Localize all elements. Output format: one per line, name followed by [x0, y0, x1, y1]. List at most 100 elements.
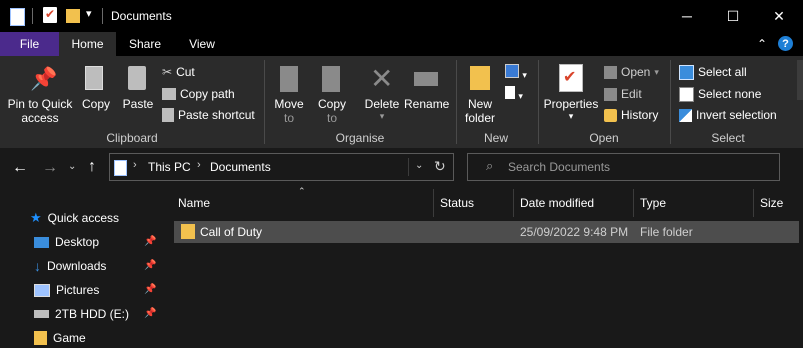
move-to-button[interactable]: Move to: [270, 64, 308, 126]
properties-dropdown-icon[interactable]: ▾: [543, 110, 599, 123]
new-item-button[interactable]: ▾: [505, 64, 529, 82]
ribbon-collapse-icon[interactable]: ⌃: [757, 37, 767, 51]
scissors-icon: ✂: [162, 65, 173, 79]
address-dropdown-icon[interactable]: ⌄: [415, 160, 423, 171]
invert-selection-button[interactable]: Invert selection: [679, 106, 777, 124]
tab-share[interactable]: Share: [116, 32, 174, 56]
copy-to-icon: [322, 66, 340, 92]
history-icon: [604, 108, 617, 122]
maximize-button[interactable]: ☐: [710, 0, 756, 32]
file-explorer-icon: [10, 8, 25, 26]
column-header-name[interactable]: Name: [178, 189, 433, 217]
pin-to-quick-access-button[interactable]: 📌 Pin to Quick access: [4, 64, 76, 126]
select-none-icon: [679, 86, 694, 102]
group-label-clipboard: Clipboard: [106, 131, 158, 145]
paste-button[interactable]: Paste: [120, 64, 156, 114]
column-header-size[interactable]: Size: [760, 189, 800, 217]
group-label-select: Select: [711, 131, 745, 145]
new-item-icon: [505, 64, 519, 78]
recent-locations-chevron-icon[interactable]: ⌄: [68, 161, 76, 172]
select-none-button[interactable]: Select none: [679, 85, 761, 103]
pin-icon[interactable]: 📌: [144, 260, 156, 271]
group-label-new: New: [483, 131, 508, 145]
help-icon[interactable]: ?: [778, 36, 793, 51]
window-title: Documents: [111, 9, 172, 23]
new-folder-icon: [470, 66, 490, 90]
column-header-status[interactable]: Status: [440, 189, 513, 217]
easy-access-icon: [505, 86, 515, 99]
nav-pane-splitter[interactable]: [163, 187, 172, 347]
this-pc-icon: [114, 160, 127, 176]
breadcrumb-documents[interactable]: Documents: [210, 160, 271, 174]
column-header-type[interactable]: Type: [640, 189, 753, 217]
nav-item-downloads[interactable]: ↓ Downloads: [34, 256, 106, 276]
search-placeholder: Search Documents: [508, 160, 611, 174]
breadcrumb-this-pc[interactable]: This PC: [148, 160, 191, 174]
tab-file[interactable]: File: [0, 32, 59, 56]
delete-icon: ✕: [370, 63, 394, 94]
cut-button[interactable]: ✂ Cut: [162, 63, 195, 81]
tab-view[interactable]: View: [174, 32, 230, 56]
move-to-icon: [280, 66, 298, 92]
star-icon: ★: [30, 210, 42, 225]
rename-button[interactable]: Rename: [404, 64, 449, 114]
edit-button[interactable]: Edit: [604, 85, 642, 103]
column-separator[interactable]: [753, 189, 754, 217]
nav-item-game[interactable]: Game: [34, 328, 86, 348]
folder-icon: [34, 331, 47, 345]
copy-path-button[interactable]: Copy path: [162, 85, 235, 103]
invert-selection-icon: [679, 108, 692, 122]
desktop-icon: [34, 236, 49, 248]
minimize-button[interactable]: ─: [664, 0, 710, 32]
new-folder-quick-icon[interactable]: [66, 9, 80, 23]
ribbon-separator: [538, 60, 539, 144]
properties-quick-icon[interactable]: ✔: [43, 7, 57, 23]
breadcrumb-chevron-icon[interactable]: ›: [133, 159, 137, 171]
nav-item-desktop[interactable]: Desktop: [34, 232, 99, 252]
easy-access-button[interactable]: ▾: [505, 86, 529, 104]
properties-button[interactable]: ✔ Properties ▾: [543, 64, 599, 126]
tab-home[interactable]: Home: [59, 32, 116, 56]
delete-dropdown-icon[interactable]: ▾: [362, 110, 402, 123]
column-separator[interactable]: [513, 189, 514, 217]
copy-button[interactable]: Copy: [79, 64, 113, 114]
column-separator[interactable]: [433, 189, 434, 217]
nav-quick-access[interactable]: ★ Quick access: [30, 208, 119, 228]
copy-to-button[interactable]: Copy to: [314, 64, 350, 126]
forward-arrow-icon[interactable]: →: [42, 159, 58, 177]
paste-icon: [128, 66, 146, 90]
ribbon-scrollbar[interactable]: [797, 60, 803, 100]
open-button[interactable]: Open ▾: [604, 63, 659, 81]
drive-icon: [34, 310, 49, 318]
open-icon: [604, 65, 617, 79]
group-label-organise: Organise: [335, 131, 385, 145]
paste-shortcut-button[interactable]: Paste shortcut: [162, 106, 255, 124]
search-icon: ⌕: [486, 158, 494, 173]
quick-access-toolbar-dropdown-icon[interactable]: ▾: [86, 7, 92, 20]
column-header-date-modified[interactable]: Date modified: [520, 189, 633, 217]
up-arrow-icon[interactable]: ↑: [88, 158, 96, 176]
column-separator[interactable]: [633, 189, 634, 217]
new-folder-button[interactable]: New folder: [460, 64, 500, 126]
pin-icon[interactable]: 📌: [144, 284, 156, 295]
refresh-icon[interactable]: ↻: [434, 158, 446, 175]
delete-button[interactable]: ✕ Delete ▾: [362, 63, 402, 126]
file-date-modified: 25/09/2022 9:48 PM: [520, 225, 629, 239]
close-button[interactable]: ✕: [756, 0, 802, 32]
easy-access-dropdown-icon: ▾: [518, 91, 523, 101]
breadcrumb-chevron-icon[interactable]: ›: [197, 159, 201, 171]
pin-icon[interactable]: 📌: [144, 308, 156, 319]
new-item-dropdown-icon: ▾: [522, 70, 527, 80]
back-arrow-icon[interactable]: ←: [12, 159, 28, 177]
nav-item-pictures[interactable]: Pictures: [34, 280, 99, 300]
select-all-button[interactable]: Select all: [679, 63, 747, 81]
history-button[interactable]: History: [604, 106, 658, 124]
paste-shortcut-icon: [162, 108, 174, 122]
pin-icon[interactable]: 📌: [144, 236, 156, 247]
properties-icon: ✔: [559, 64, 583, 92]
title-separator: [32, 8, 33, 24]
copy-icon: [85, 66, 103, 90]
nav-item-2tb-hdd[interactable]: 2TB HDD (E:): [34, 304, 129, 324]
table-row[interactable]: [174, 221, 799, 243]
file-name: Call of Duty: [200, 225, 263, 239]
